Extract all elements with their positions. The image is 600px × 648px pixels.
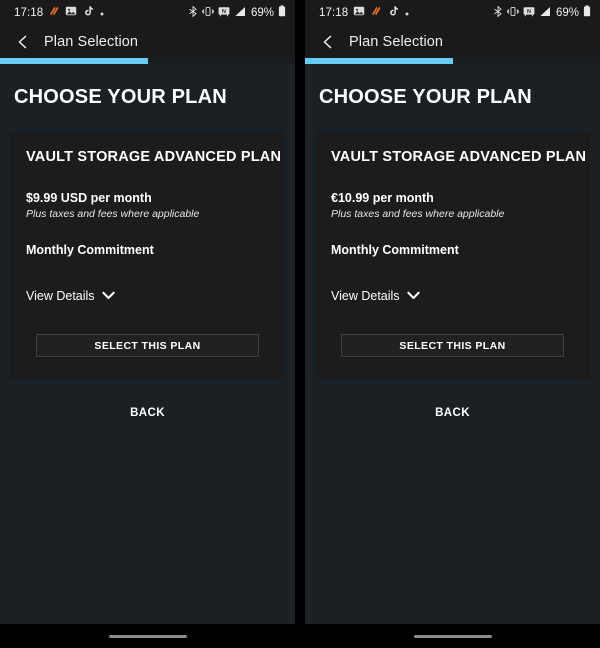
plan-taxes-note: Plus taxes and fees where applicable	[26, 208, 200, 220]
gesture-home-pill[interactable]	[108, 634, 187, 638]
status-bar-left: 17:18	[14, 4, 105, 22]
plan-taxes-note: Plus taxes and fees where applicable	[331, 208, 505, 220]
tiktok-note-icon	[387, 4, 399, 22]
plan-commitment: Monthly Commitment	[331, 243, 459, 257]
photo-icon	[353, 4, 365, 22]
progress-fill	[305, 58, 453, 64]
back-chevron-icon[interactable]	[319, 33, 337, 51]
dot-icon	[404, 4, 410, 22]
bluetooth-icon	[493, 4, 503, 22]
tiktok-note-icon	[82, 4, 94, 22]
gesture-nav-area	[0, 624, 295, 648]
status-bar-right: N 69%	[188, 4, 286, 22]
view-details-label: View Details	[331, 289, 400, 303]
view-details-toggle[interactable]: View Details	[26, 287, 115, 305]
gesture-home-pill[interactable]	[413, 634, 492, 638]
signal-bars-icon	[234, 4, 246, 22]
page-content: CHOOSE YOUR PLAN VAULT STORAGE ADVANCED …	[305, 64, 600, 624]
view-details-label: View Details	[26, 289, 95, 303]
plan-commitment: Monthly Commitment	[26, 243, 154, 257]
signal-bars-icon	[539, 4, 551, 22]
page-title: CHOOSE YOUR PLAN	[14, 86, 227, 108]
onboarding-progress-bar	[305, 58, 600, 64]
battery-icon	[583, 4, 591, 22]
plan-price: €10.99 per month	[331, 191, 434, 205]
status-bar-right: N 69%	[493, 4, 591, 22]
chevron-down-icon	[101, 287, 115, 305]
gesture-nav-area	[305, 624, 600, 648]
battery-percentage-label: 69%	[250, 7, 274, 19]
vibrate-icon	[201, 4, 215, 22]
nfc-icon: N	[523, 4, 535, 22]
vibrate-icon	[506, 4, 520, 22]
phone-panel-usd: 17:18 N 69% Plan Selection CHOOSE YOUR P…	[0, 0, 295, 648]
flame-orange-icon	[48, 4, 60, 22]
phone-panel-eur: 17:18 N 69% Plan Selection CHOOSE YOUR P…	[305, 0, 600, 648]
dot-icon	[99, 4, 105, 22]
svg-text:N: N	[222, 9, 226, 15]
progress-fill	[0, 58, 148, 64]
select-this-plan-button[interactable]: SELECT THIS PLAN	[36, 334, 259, 357]
onboarding-progress-bar	[0, 58, 295, 64]
back-button[interactable]: BACK	[0, 407, 295, 419]
flame-orange-icon	[370, 4, 382, 22]
status-bar-clock: 17:18	[319, 7, 349, 19]
chevron-down-icon	[406, 287, 420, 305]
status-bar-clock: 17:18	[14, 7, 44, 19]
bluetooth-icon	[188, 4, 198, 22]
status-bar: 17:18 N 69%	[305, 0, 600, 26]
page-content: CHOOSE YOUR PLAN VAULT STORAGE ADVANCED …	[0, 64, 295, 624]
nfc-icon: N	[218, 4, 230, 22]
svg-text:N: N	[527, 9, 531, 15]
back-button[interactable]: BACK	[305, 407, 600, 419]
app-bar-title: Plan Selection	[44, 34, 139, 50]
status-bar-left: 17:18	[319, 4, 410, 22]
select-this-plan-button[interactable]: SELECT THIS PLAN	[341, 334, 564, 357]
back-chevron-icon[interactable]	[14, 33, 32, 51]
plan-card: VAULT STORAGE ADVANCED PLAN $9.99 USD pe…	[10, 131, 285, 379]
plan-card: VAULT STORAGE ADVANCED PLAN €10.99 per m…	[315, 131, 590, 379]
plan-name: VAULT STORAGE ADVANCED PLAN	[26, 149, 282, 165]
page-title: CHOOSE YOUR PLAN	[319, 86, 532, 108]
battery-icon	[278, 4, 286, 22]
app-bar: Plan Selection	[305, 26, 600, 58]
app-bar-title: Plan Selection	[349, 34, 444, 50]
view-details-toggle[interactable]: View Details	[331, 287, 420, 305]
plan-price: $9.99 USD per month	[26, 191, 152, 205]
dual-screenshot-stage: 17:18 N 69% Plan Selection CHOOSE YOUR P…	[0, 0, 600, 648]
status-bar: 17:18 N 69%	[0, 0, 295, 26]
app-bar: Plan Selection	[0, 26, 295, 58]
battery-percentage-label: 69%	[555, 7, 579, 19]
photo-icon	[65, 4, 77, 22]
plan-name: VAULT STORAGE ADVANCED PLAN	[331, 149, 587, 165]
